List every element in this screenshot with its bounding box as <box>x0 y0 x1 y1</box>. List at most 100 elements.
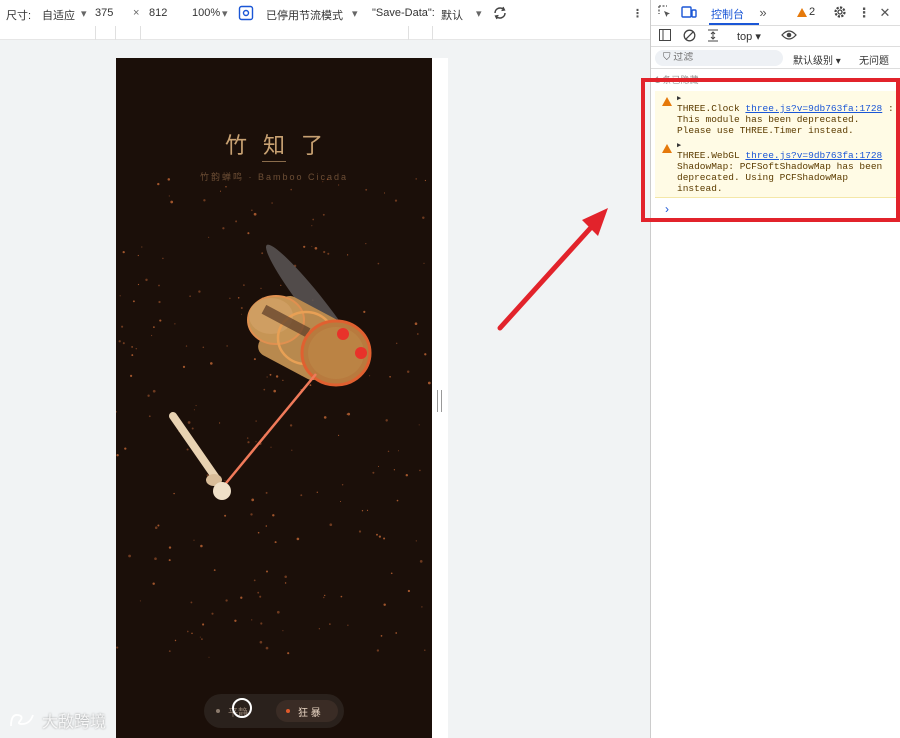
zoom-chevron-icon[interactable]: ▾ <box>222 7 228 20</box>
warning-badge[interactable]: 2 <box>797 6 815 18</box>
device-preset-chevron-icon[interactable]: ▾ <box>81 7 87 20</box>
particle <box>271 202 273 204</box>
throttle-chevron-icon[interactable]: ▾ <box>352 7 358 20</box>
particle <box>229 297 231 300</box>
particle <box>323 594 326 597</box>
zoom-select[interactable]: 100% <box>192 7 220 19</box>
particle <box>211 612 214 615</box>
bamboo-handle[interactable] <box>169 412 231 500</box>
particle <box>122 250 125 254</box>
particle <box>257 531 260 534</box>
ruler-segment[interactable] <box>95 26 115 40</box>
particle <box>182 365 186 369</box>
sidebar-toggle-icon[interactable] <box>657 29 673 45</box>
inspect-element-icon[interactable] <box>657 5 673 21</box>
particle <box>224 514 227 517</box>
active-tab-indicator <box>709 23 759 25</box>
particle <box>237 297 240 299</box>
throttle-select[interactable]: 已停用节流模式 <box>266 7 343 23</box>
height-input[interactable]: 812 <box>149 7 167 19</box>
particle <box>393 469 396 471</box>
context-select[interactable]: top ▾ <box>737 30 761 43</box>
particle <box>289 424 293 427</box>
eye-icon[interactable] <box>781 29 797 45</box>
pull-string <box>221 373 317 489</box>
ruler-segment[interactable] <box>140 26 408 40</box>
particle <box>191 632 193 635</box>
tab-console[interactable]: 控制台 <box>711 6 744 22</box>
particle <box>327 252 330 255</box>
resize-handle[interactable] <box>437 390 442 412</box>
particle <box>168 650 171 652</box>
filter-input[interactable] <box>673 52 764 63</box>
particle <box>193 539 195 541</box>
ruler-segment[interactable] <box>115 26 140 40</box>
particle <box>339 500 342 503</box>
particle <box>251 209 253 211</box>
particle <box>241 313 243 315</box>
device-toggle-icon[interactable] <box>681 5 697 21</box>
particle <box>135 347 138 350</box>
particle <box>157 524 160 527</box>
clear-console-icon[interactable] <box>681 29 697 45</box>
more-tabs-icon[interactable]: » <box>755 5 771 21</box>
device-preset-select[interactable]: 自适应 <box>42 7 75 23</box>
particle <box>419 560 423 563</box>
cicada-scene[interactable] <box>116 58 432 738</box>
save-data-label: "Save-Data": <box>372 7 435 19</box>
particle <box>219 422 221 424</box>
watermark: 大敌跨境 <box>8 708 106 732</box>
particle <box>284 575 287 579</box>
more-options-icon[interactable]: ⋮ <box>632 7 643 20</box>
particle <box>369 375 371 377</box>
more-options-icon[interactable]: ⋮ <box>856 5 872 21</box>
particle <box>209 362 213 365</box>
particle <box>195 405 197 407</box>
particle <box>338 434 340 436</box>
cicada-eye <box>355 347 367 359</box>
particle <box>265 646 269 650</box>
particle <box>423 262 425 264</box>
log-level-label: 默认级别 <box>793 56 833 67</box>
particle <box>300 494 303 497</box>
settings-gear-icon[interactable] <box>832 5 848 21</box>
particle <box>250 513 253 516</box>
particle <box>361 510 364 512</box>
particle <box>253 579 256 582</box>
particle <box>190 601 193 604</box>
particle <box>158 284 160 287</box>
particle <box>387 450 390 453</box>
particle <box>407 589 411 593</box>
particle <box>415 178 417 180</box>
particle <box>421 606 423 608</box>
rotate-icon[interactable] <box>491 4 509 25</box>
particle <box>259 640 263 644</box>
particle <box>226 345 228 347</box>
particle <box>383 192 386 194</box>
particle <box>347 624 349 626</box>
particle <box>202 623 205 626</box>
particle <box>346 254 349 256</box>
times-symbol: × <box>133 7 140 19</box>
particle <box>273 389 276 393</box>
console-filterbar: ⛉ 默认级别 ▾ 无问题 <box>651 47 900 69</box>
device-toolbar: 尺寸: 自适应 ▾ 375 × 812 100% ▾ 已停用节流模式 ▾ "Sa… <box>0 0 650 26</box>
watermark-logo-icon <box>10 714 34 727</box>
ruler-segment[interactable] <box>432 26 454 40</box>
mode-crazy-button[interactable]: 狂 暴 <box>276 700 338 722</box>
ruler-segment[interactable] <box>408 26 432 40</box>
particle <box>253 212 257 216</box>
warning-count: 2 <box>809 6 816 18</box>
filter-field[interactable]: ⛉ <box>655 50 783 66</box>
save-data-select[interactable]: 默认 <box>441 7 463 23</box>
save-data-chevron-icon[interactable]: ▾ <box>476 7 482 20</box>
particle <box>389 375 391 378</box>
scroll-to-icon[interactable] <box>705 29 721 45</box>
issues-button[interactable]: 无问题 <box>859 52 889 67</box>
particle <box>280 284 282 286</box>
log-level-select[interactable]: 默认级别 ▾ <box>793 52 841 67</box>
close-icon[interactable]: ✕ <box>877 5 893 21</box>
cursor-ring-icon <box>232 698 252 718</box>
width-input[interactable]: 375 <box>95 7 113 19</box>
throttle-icon[interactable] <box>238 5 254 24</box>
